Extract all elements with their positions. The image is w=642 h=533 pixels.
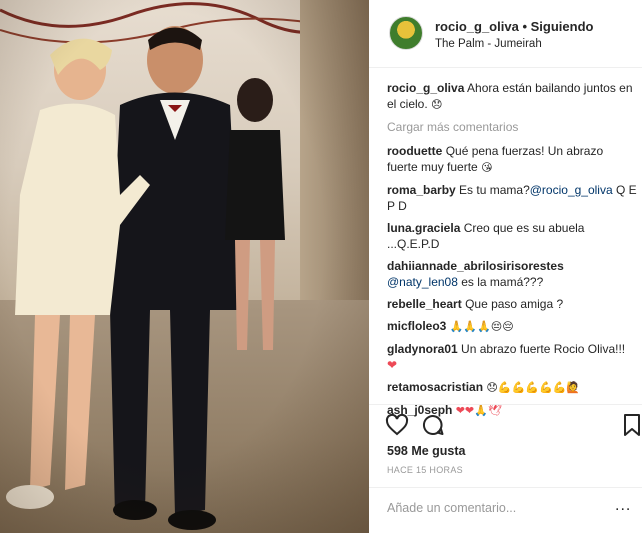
caption: rocio_g_oliva Ahora están bailando junto…	[387, 80, 637, 113]
post-sidebar: rocio_g_oliva • Siguiendo The Palm - Jum…	[369, 0, 642, 533]
more-options-icon[interactable]: ...	[615, 498, 631, 514]
comment-username[interactable]: retamosacristian	[387, 380, 483, 394]
photo-vignette	[0, 0, 369, 533]
comment-item: rebelle_heart Que paso amiga ?	[387, 296, 637, 312]
comment-username[interactable]: micfloleo3	[387, 319, 446, 333]
comment-item: retamosacristian 😞💪💪💪💪💪🙋	[387, 379, 637, 396]
bookmark-icon[interactable]	[620, 413, 642, 437]
add-comment-bar: ...	[369, 487, 642, 527]
comment-username[interactable]: rooduette	[387, 144, 442, 158]
location-link[interactable]: The Palm - Jumeirah	[435, 38, 542, 50]
follow-button[interactable]: Siguiendo	[531, 19, 594, 34]
comment-input[interactable]	[387, 497, 602, 519]
comment-emoji: 😞💪💪💪💪💪🙋	[486, 381, 581, 394]
likes-count[interactable]: 598 Me gusta	[387, 444, 466, 458]
heart-outline-icon[interactable]	[385, 413, 409, 437]
comment-item: micfloleo3 🙏🙏🙏😔😔	[387, 318, 637, 335]
comment-text: Que paso amiga ?	[465, 297, 564, 311]
comment-username[interactable]: dahiiannade_abrilosirisorestes	[387, 259, 564, 273]
comment-emoji: 🙏🙏🙏😔😔	[449, 320, 514, 333]
comment-item: roma_barby Es tu mama?@rocio_g_oliva Q E…	[387, 182, 637, 214]
comment-emoji: 😘	[481, 161, 493, 174]
post-actions	[369, 404, 642, 444]
comment-text: Un abrazo fuerte Rocio Oliva!!!	[461, 342, 626, 356]
avatar[interactable]	[389, 16, 423, 50]
comment-text-tail: es la mamá???	[457, 275, 544, 289]
comment-item: gladynora01 Un abrazo fuerte Rocio Oliva…	[387, 341, 637, 373]
comment-item: rooduette Qué pena fuerzas! Un abrazo fu…	[387, 143, 637, 176]
comment-emoji: ❤	[387, 358, 398, 372]
header-user-line: rocio_g_oliva • Siguiendo	[435, 19, 593, 34]
comment-text: Es tu mama?	[459, 183, 530, 197]
comment-item: luna.graciela Creo que es su abuela ...Q…	[387, 220, 637, 252]
comment-username[interactable]: roma_barby	[387, 183, 456, 197]
comment-item: dahiiannade_abrilosirisorestes @naty_len…	[387, 258, 637, 290]
comment-mention[interactable]: @rocio_g_oliva	[530, 183, 613, 197]
post-photo[interactable]	[0, 0, 369, 533]
comment-username[interactable]: gladynora01	[387, 342, 458, 356]
post-timestamp: HACE 15 HORAS	[387, 465, 463, 475]
header-separator: •	[522, 19, 527, 34]
speech-bubble-icon[interactable]	[421, 413, 445, 437]
comment-username[interactable]: luna.graciela	[387, 221, 460, 235]
header-username[interactable]: rocio_g_oliva	[435, 19, 519, 34]
load-more-comments-button[interactable]: Cargar más comentarios	[387, 119, 637, 135]
caption-username[interactable]: rocio_g_oliva	[387, 81, 464, 95]
comment-mention[interactable]: @naty_len08	[387, 275, 458, 289]
comments-list: rocio_g_oliva Ahora están bailando junto…	[387, 80, 637, 425]
post-header: rocio_g_oliva • Siguiendo The Palm - Jum…	[369, 0, 642, 68]
caption-emoji: 😞	[431, 98, 443, 111]
comment-username[interactable]: rebelle_heart	[387, 297, 462, 311]
